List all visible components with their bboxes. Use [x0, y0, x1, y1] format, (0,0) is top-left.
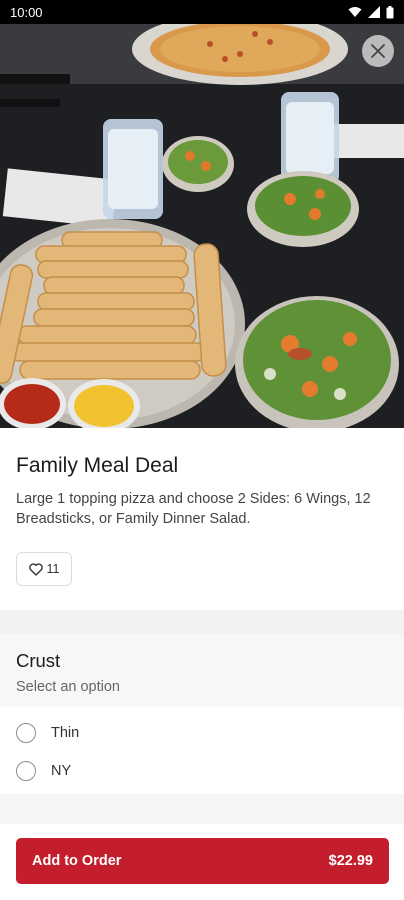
status-icons [348, 5, 394, 19]
add-to-order-button[interactable]: Add to Order $22.99 [16, 838, 389, 884]
footer: Add to Order $22.99 [0, 824, 404, 900]
crust-title: Crust [16, 650, 61, 671]
item-info: Family Meal Deal Large 1 topping pizza a… [0, 428, 404, 610]
cell-signal-icon [368, 6, 380, 18]
item-description: Large 1 topping pizza and choose 2 Sides… [16, 491, 371, 527]
status-time: 10:00 [10, 4, 43, 20]
close-icon [371, 44, 385, 58]
option-label: NY [51, 763, 72, 779]
add-to-order-label: Add to Order [32, 853, 122, 869]
item-title: Family Meal Deal [16, 454, 179, 477]
option-label: Thin [51, 725, 80, 741]
food-photo [0, 24, 404, 428]
heart-icon [28, 562, 43, 576]
like-button[interactable]: 11 [16, 552, 72, 586]
crust-option-ny[interactable]: NY [0, 752, 404, 790]
crust-subtitle: Select an option [16, 679, 120, 695]
close-button[interactable] [362, 35, 394, 67]
like-count: 11 [46, 562, 60, 576]
battery-icon [386, 5, 394, 18]
radio-button[interactable] [16, 761, 36, 781]
radio-button[interactable] [16, 723, 36, 743]
wifi-icon [348, 7, 362, 17]
item-photo [0, 24, 404, 428]
section-divider [0, 794, 404, 825]
section-divider [0, 610, 404, 634]
order-price: $22.99 [328, 853, 373, 869]
crust-option-thin[interactable]: Thin [0, 714, 404, 752]
crust-section-header: Crust Select an option [0, 634, 404, 707]
status-bar: 10:00 [0, 0, 404, 24]
